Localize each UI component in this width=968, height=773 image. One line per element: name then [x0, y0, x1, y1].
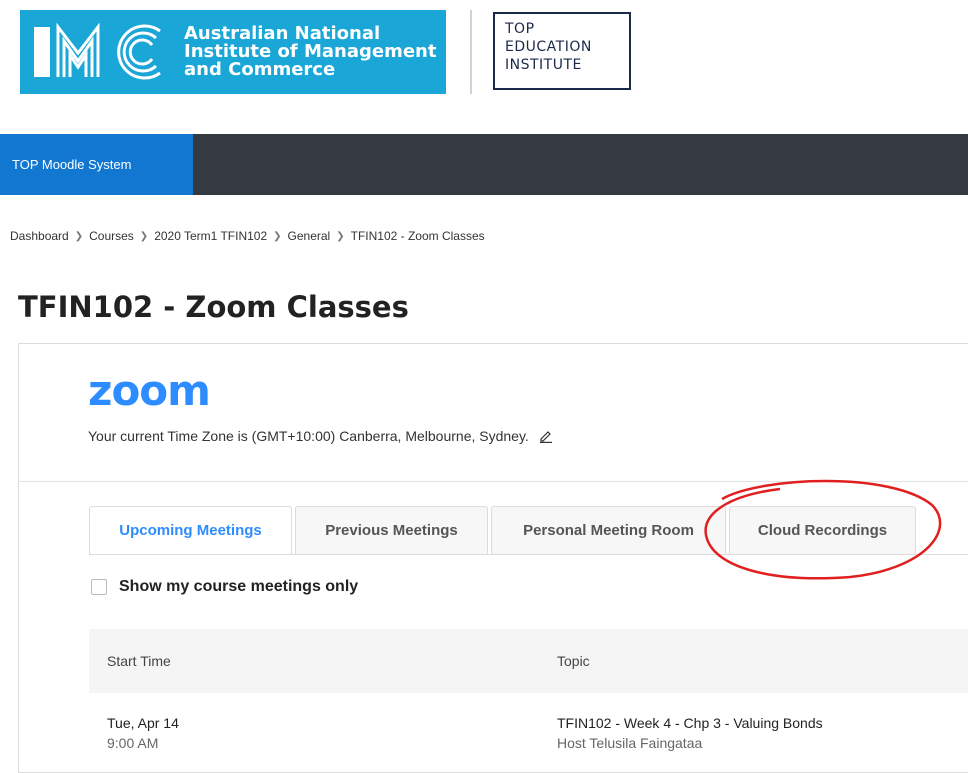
zoom-logo: zoom: [88, 366, 211, 415]
course-meetings-label: Show my course meetings only: [119, 578, 359, 595]
chevron-right-icon: ❯: [336, 230, 345, 242]
meeting-date: Tue, Apr 14: [107, 715, 179, 731]
top-education-logo: TOP EDUCATION INSTITUTE: [493, 12, 631, 90]
timezone-text: Your current Time Zone is (GMT+10:00) Ca…: [88, 428, 553, 446]
meeting-time: 9:00 AM: [107, 735, 159, 751]
breadcrumb-current[interactable]: TFIN102 - Zoom Classes: [351, 229, 485, 243]
tab-previous-meetings[interactable]: Previous Meetings: [295, 506, 488, 554]
tab-upcoming-meetings[interactable]: Upcoming Meetings: [89, 506, 292, 554]
course-meetings-filter[interactable]: Show my course meetings only: [91, 578, 358, 596]
navbar: TOP Moodle System: [0, 134, 968, 195]
zoom-card: zoom Your current Time Zone is (GMT+10:0…: [18, 343, 968, 773]
chevron-right-icon: ❯: [273, 230, 282, 242]
table-row[interactable]: Tue, Apr 14 9:00 AM TFIN102 - Week 4 - C…: [89, 693, 968, 773]
column-start-time: Start Time: [107, 653, 171, 669]
top-logo-line1: TOP: [505, 21, 535, 37]
meeting-topic-link[interactable]: TFIN102 - Week 4 - Chp 3 - Valuing Bonds: [557, 715, 823, 731]
chevron-right-icon: ❯: [139, 230, 149, 242]
tab-divider: [89, 554, 968, 555]
breadcrumb-dashboard[interactable]: Dashboard: [10, 229, 69, 243]
logo-divider: [470, 10, 472, 94]
tab-personal-meeting-room[interactable]: Personal Meeting Room: [491, 506, 726, 554]
breadcrumb: Dashboard ❯ Courses ❯ 2020 Term1 TFIN102…: [10, 229, 485, 243]
breadcrumb-course[interactable]: 2020 Term1 TFIN102: [154, 229, 267, 243]
top-logo-line2: EDUCATION: [505, 39, 592, 55]
imc-logo-text: Australian National Institute of Managem…: [184, 25, 436, 79]
breadcrumb-courses[interactable]: Courses: [89, 229, 134, 243]
page-title: TFIN102 - Zoom Classes: [18, 290, 409, 324]
meeting-tabs: Upcoming Meetings Previous Meetings Pers…: [89, 506, 919, 554]
breadcrumb-general[interactable]: General: [288, 229, 331, 243]
imc-logo: Australian National Institute of Managem…: [20, 10, 446, 94]
zoom-header: zoom Your current Time Zone is (GMT+10:0…: [19, 344, 968, 482]
pencil-icon[interactable]: [539, 429, 553, 446]
timezone-label: Your current Time Zone is (GMT+10:00) Ca…: [88, 428, 529, 444]
chevron-right-icon: ❯: [74, 230, 84, 242]
meeting-host: Host Telusila Faingataa: [557, 735, 703, 751]
top-logo-line3: INSTITUTE: [505, 57, 582, 73]
imc-mark-icon: [34, 23, 174, 81]
meetings-table-header: Start Time Topic: [89, 629, 968, 693]
course-meetings-checkbox[interactable]: [91, 579, 107, 595]
tab-cloud-recordings[interactable]: Cloud Recordings: [729, 506, 916, 554]
column-topic: Topic: [557, 653, 590, 669]
nav-brand-link[interactable]: TOP Moodle System: [0, 134, 193, 195]
imc-logo-line3: and Commerce: [184, 59, 336, 80]
